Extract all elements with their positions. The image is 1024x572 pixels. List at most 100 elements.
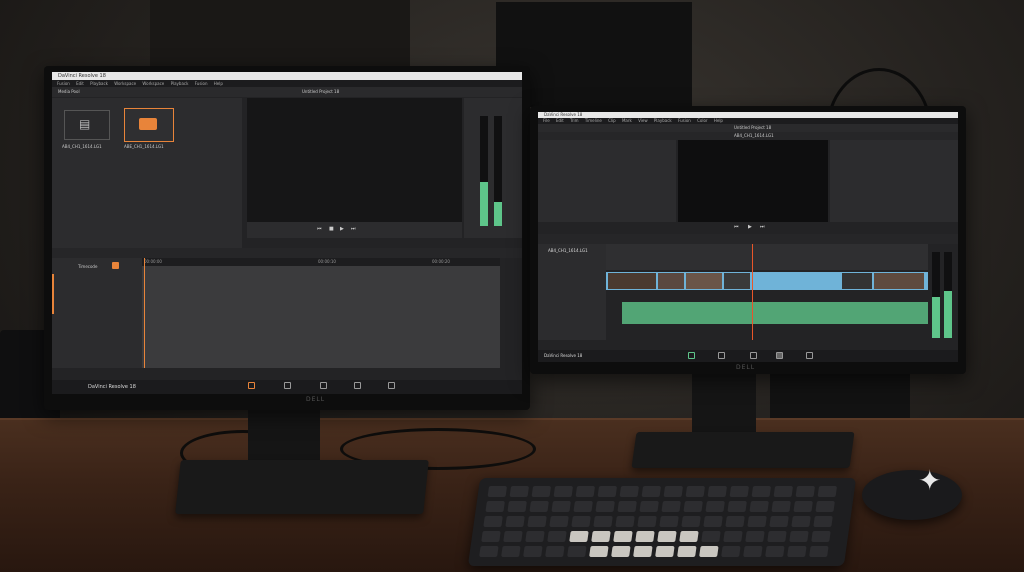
keyboard-key[interactable]	[723, 531, 743, 542]
keyboard-key[interactable]	[749, 501, 769, 512]
keyboard-key[interactable]	[567, 546, 587, 557]
keyboard-key[interactable]	[685, 486, 706, 497]
timeline-ruler[interactable]: 00:00:00 00:00:10 00:00:20	[142, 258, 500, 266]
keyboard-key[interactable]	[815, 501, 835, 512]
keyboard-key[interactable]	[529, 501, 549, 512]
keyboard-key[interactable]	[773, 486, 794, 497]
menu-item[interactable]: File	[543, 118, 550, 123]
keyboard-key[interactable]	[635, 531, 655, 542]
media-pool-label[interactable]: Media Pool	[58, 89, 80, 94]
keyboard-key[interactable]	[701, 531, 721, 542]
keyboard-key[interactable]	[809, 546, 829, 557]
keyboard-key[interactable]	[619, 486, 640, 497]
audio-track[interactable]	[622, 302, 928, 324]
keyboard-key[interactable]	[813, 516, 833, 527]
keyboard-key[interactable]	[811, 531, 831, 542]
menu-item[interactable]: View	[638, 118, 648, 123]
keyboard-key[interactable]	[525, 531, 545, 542]
page-tab-fusion[interactable]	[776, 352, 783, 359]
menu-item[interactable]: Playback	[171, 81, 189, 86]
keyboard-key[interactable]	[481, 531, 501, 542]
keyboard-key[interactable]	[479, 546, 499, 557]
keyboard-key[interactable]	[549, 516, 569, 527]
keyboard-key[interactable]	[501, 546, 521, 557]
keyboard-key[interactable]	[721, 546, 741, 557]
menu-item[interactable]: Workspace	[114, 81, 136, 86]
skip-forward-icon[interactable]: ⏭	[760, 224, 765, 230]
skip-back-icon[interactable]: ⏮	[317, 226, 322, 232]
menu-item[interactable]: Edit	[556, 118, 564, 123]
page-tab-media[interactable]	[248, 382, 255, 389]
keyboard-key[interactable]	[767, 531, 787, 542]
play-icon[interactable]: ▶	[340, 226, 344, 232]
keyboard-key[interactable]	[657, 531, 677, 542]
keyboard-key[interactable]	[633, 546, 653, 557]
keyboard-key[interactable]	[637, 516, 657, 527]
keyboard-key[interactable]	[683, 501, 703, 512]
keyboard-key[interactable]	[661, 501, 681, 512]
keyboard-key[interactable]	[575, 486, 596, 497]
keyboard-key[interactable]	[745, 531, 765, 542]
keyboard-key[interactable]	[655, 546, 675, 557]
timeline-track-area[interactable]	[142, 266, 500, 368]
keyboard-key[interactable]	[707, 486, 728, 497]
keyboard-key[interactable]	[571, 516, 591, 527]
clip-thumbnail-selected[interactable]	[124, 108, 174, 142]
source-viewer[interactable]	[247, 98, 462, 222]
menu-item[interactable]: Color	[697, 118, 707, 123]
menu-item[interactable]: Playback	[90, 81, 108, 86]
keyboard-key[interactable]	[617, 501, 637, 512]
keyboard-key[interactable]	[679, 531, 699, 542]
page-tab-cut[interactable]	[718, 352, 725, 359]
keyboard-key[interactable]	[747, 516, 767, 527]
keyboard-key[interactable]	[787, 546, 807, 557]
keyboard-key[interactable]	[751, 486, 772, 497]
mouse[interactable]	[862, 470, 962, 520]
keyboard[interactable]	[467, 478, 857, 566]
keyboard-key[interactable]	[771, 501, 791, 512]
menu-item[interactable]: Playback	[654, 118, 672, 123]
keyboard-key[interactable]	[531, 486, 552, 497]
keyboard-key[interactable]	[613, 531, 633, 542]
track-lock-icon[interactable]	[112, 262, 119, 269]
play-icon[interactable]: ▶	[748, 224, 752, 230]
keyboard-key[interactable]	[545, 546, 565, 557]
page-tab-edit[interactable]	[750, 352, 757, 359]
video-track[interactable]	[606, 272, 928, 290]
keyboard-key[interactable]	[743, 546, 763, 557]
keyboard-key[interactable]	[551, 501, 571, 512]
keyboard-key[interactable]	[765, 546, 785, 557]
keyboard-key[interactable]	[611, 546, 631, 557]
keyboard-key[interactable]	[663, 486, 684, 497]
keyboard-key[interactable]	[681, 516, 701, 527]
page-tab-media[interactable]	[688, 352, 695, 359]
keyboard-key[interactable]	[727, 501, 747, 512]
keyboard-key[interactable]	[527, 516, 547, 527]
page-tab-cut[interactable]	[284, 382, 291, 389]
keyboard-key[interactable]	[789, 531, 809, 542]
keyboard-key[interactable]	[597, 486, 618, 497]
keyboard-key[interactable]	[793, 501, 813, 512]
skip-back-icon[interactable]: ⏮	[734, 224, 739, 230]
keyboard-key[interactable]	[705, 501, 725, 512]
menu-item[interactable]: Trim	[570, 118, 579, 123]
menu-item[interactable]: Fusion	[195, 81, 208, 86]
keyboard-key[interactable]	[791, 516, 811, 527]
keyboard-key[interactable]	[639, 501, 659, 512]
keyboard-key[interactable]	[591, 531, 611, 542]
keyboard-key[interactable]	[569, 531, 589, 542]
menu-item[interactable]: Fusion	[57, 81, 70, 86]
keyboard-key[interactable]	[595, 501, 615, 512]
menu-item[interactable]: Help	[214, 81, 223, 86]
page-tab-color[interactable]	[806, 352, 813, 359]
page-tab-color[interactable]	[388, 382, 395, 389]
menu-item[interactable]: Workspace	[142, 81, 164, 86]
keyboard-key[interactable]	[573, 501, 593, 512]
keyboard-key[interactable]	[795, 486, 816, 497]
menu-item[interactable]: Edit	[76, 81, 84, 86]
keyboard-key[interactable]	[523, 546, 543, 557]
skip-forward-icon[interactable]: ⏭	[351, 226, 356, 232]
keyboard-key[interactable]	[487, 486, 508, 497]
menu-item[interactable]: Timeline	[585, 118, 602, 123]
keyboard-key[interactable]	[769, 516, 789, 527]
